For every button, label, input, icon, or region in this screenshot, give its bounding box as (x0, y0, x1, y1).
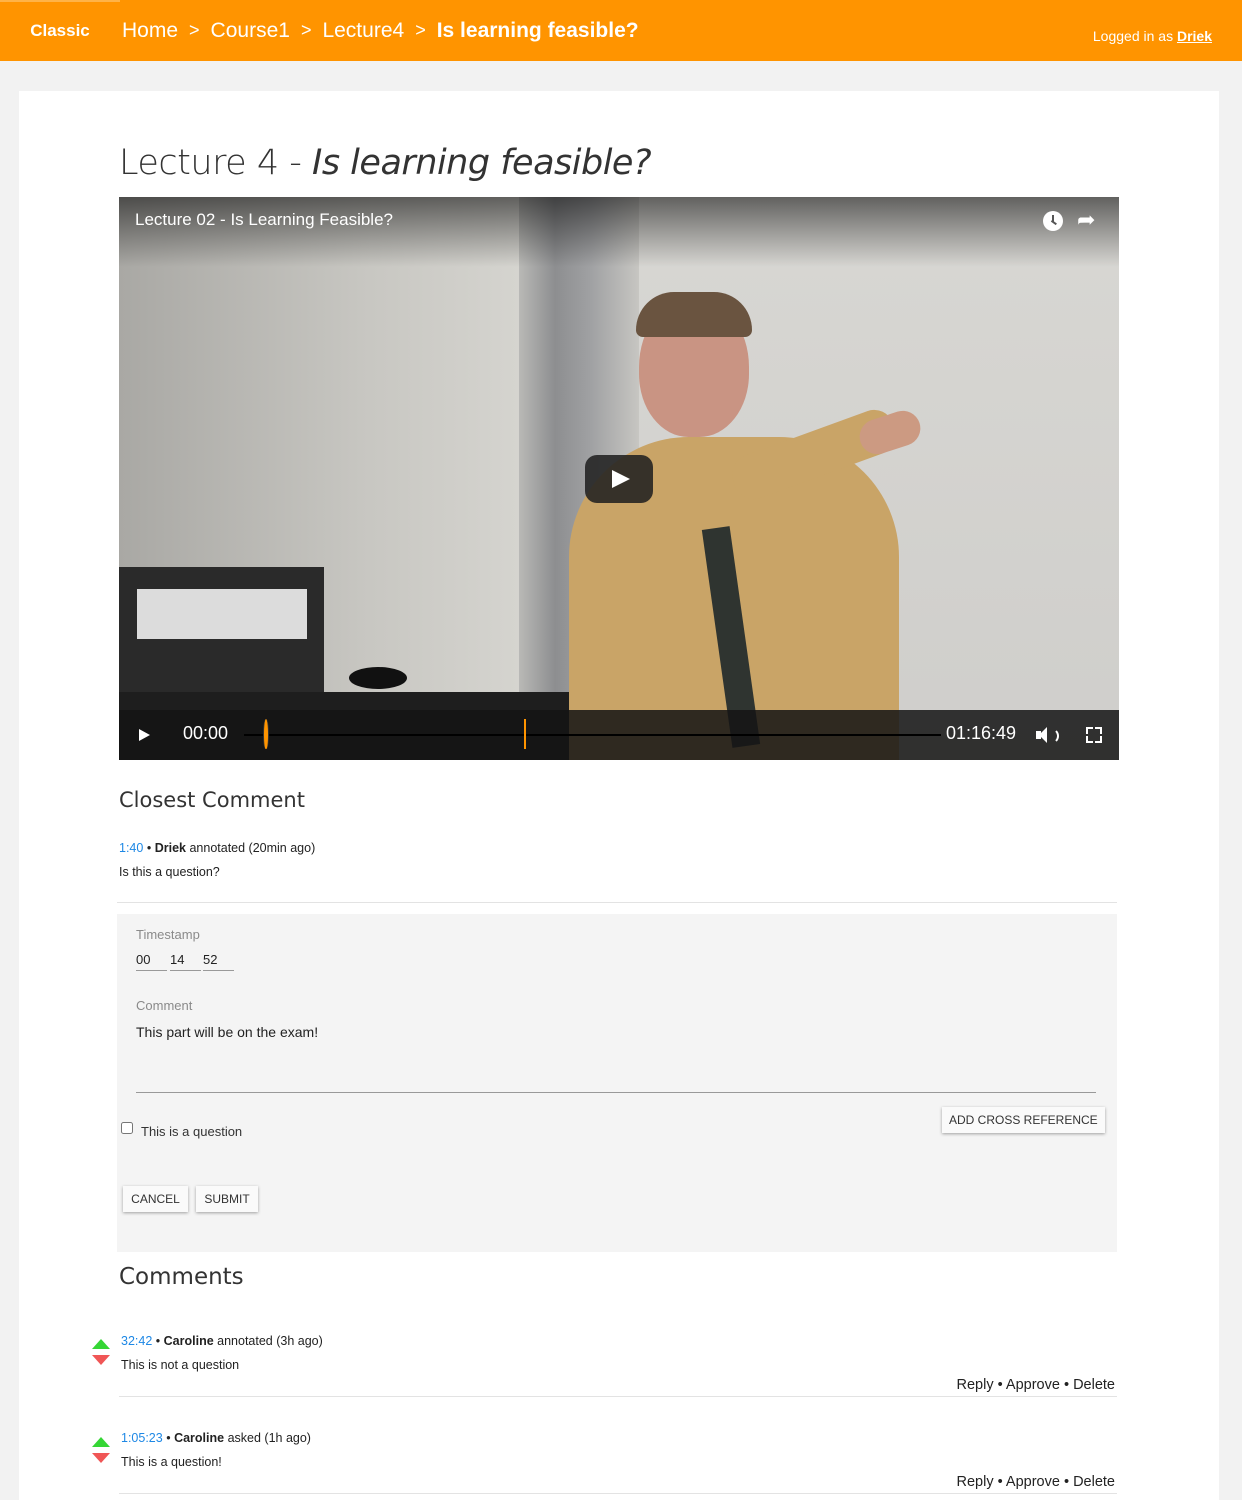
main-card: Lecture 4 - Is learning feasible? Lectur… (19, 91, 1219, 1500)
progress-bar[interactable] (244, 719, 941, 749)
breadcrumb-separator: > (300, 20, 312, 40)
page-title: Lecture 4 - Is learning feasible? (119, 143, 652, 183)
play-button[interactable] (137, 726, 153, 744)
bullet-separator: • (146, 841, 152, 855)
video-title-overlay (119, 197, 1119, 267)
breadcrumb-home[interactable]: Home (122, 19, 178, 43)
video-frame-detail (349, 667, 407, 689)
add-cross-reference-button[interactable]: ADD CROSS REFERENCE (942, 1107, 1105, 1133)
question-checkbox-label: This is a question (141, 1124, 243, 1139)
video-controls: 00:00 01:16:49 (119, 710, 1119, 760)
video-player[interactable]: Lecture 02 - Is Learning Feasible? ➦ 00:… (119, 197, 1119, 760)
breadcrumb-separator: > (415, 20, 426, 40)
closest-comment-text: Is this a question? (119, 865, 220, 879)
comment-meta: 32:42 • Caroline annotated (3h ago) (121, 1334, 323, 1348)
comment-action: annotated (3h ago) (217, 1334, 323, 1348)
clock-icon[interactable] (1043, 211, 1063, 231)
annotation-marker[interactable] (524, 719, 526, 749)
duration: 01:16:49 (946, 723, 1017, 743)
bullet-separator: • (155, 1334, 161, 1348)
breadcrumb-lecture[interactable]: Lecture4 (322, 19, 404, 43)
bullet-separator: • (997, 1474, 1003, 1490)
current-time: 00:00 (183, 723, 229, 743)
comment-author: Driek (154, 841, 186, 855)
fullscreen-icon[interactable] (1086, 727, 1102, 743)
comment-timestamp-link[interactable]: 1:05:23 (121, 1431, 163, 1445)
comments-heading: Comments (119, 1264, 244, 1290)
classic-tab[interactable]: Classic (0, 0, 120, 61)
comment-timestamp-link[interactable]: 32:42 (121, 1334, 152, 1348)
comment-action: annotated (20min ago) (189, 841, 316, 855)
login-status: Logged in as Driek (1093, 28, 1212, 44)
comment-actions: Reply • Approve • Delete (957, 1377, 1116, 1393)
submit-button[interactable]: SUBMIT (196, 1186, 258, 1212)
playhead-marker[interactable] (263, 719, 269, 749)
comment-author: Caroline (163, 1334, 214, 1348)
comment-actions: Reply • Approve • Delete (957, 1474, 1116, 1490)
video-frame-detail (137, 589, 307, 639)
comment-label: Comment (136, 998, 193, 1013)
delete-link[interactable]: Delete (1073, 1377, 1115, 1393)
page-title-lecture-name: Is learning feasible? (312, 143, 652, 183)
bullet-separator: • (1063, 1474, 1070, 1490)
breadcrumb-current: Is learning feasible? (436, 18, 639, 42)
play-icon[interactable] (585, 455, 653, 503)
closest-comment-meta: 1:40 • Driek annotated (20min ago) (119, 841, 315, 855)
comment-author: Caroline (174, 1431, 225, 1445)
user-link[interactable]: Driek (1177, 28, 1212, 44)
comment-text: This is a question! (121, 1455, 222, 1469)
comment-timestamp-link[interactable]: 1:40 (119, 841, 143, 855)
comment-field[interactable]: This part will be on the exam! (136, 1024, 1096, 1093)
logged-in-label: Logged in as (1092, 28, 1174, 44)
divider (119, 1396, 1117, 1397)
volume-icon (1049, 728, 1059, 744)
approve-link[interactable]: Approve (1006, 1474, 1060, 1490)
bullet-separator: • (166, 1431, 171, 1445)
approve-link[interactable]: Approve (1006, 1377, 1060, 1393)
downvote-icon[interactable] (92, 1453, 110, 1463)
breadcrumb-separator: > (189, 20, 200, 40)
comment-text: This is not a question (121, 1358, 240, 1372)
page-title-prefix: Lecture 4 - (119, 143, 312, 183)
top-bar: Classic Home > Course1 > Lecture4 > Is l… (0, 0, 1242, 61)
downvote-icon[interactable] (92, 1355, 110, 1365)
comment-meta: 1:05:23 • Caroline asked (1h ago) (121, 1431, 311, 1445)
bullet-separator: • (1063, 1377, 1070, 1393)
timestamp-seconds-input[interactable] (203, 948, 234, 971)
divider (117, 902, 1117, 903)
timestamp-hours-input[interactable] (136, 948, 167, 971)
bullet-separator: • (997, 1377, 1003, 1393)
delete-link[interactable]: Delete (1073, 1474, 1115, 1490)
reply-link[interactable]: Reply (957, 1377, 994, 1393)
closest-comment-heading: Closest Comment (119, 788, 305, 812)
reply-link[interactable]: Reply (957, 1474, 994, 1490)
comment-action: asked (1h ago) (227, 1431, 311, 1445)
annotation-form: Timestamp Comment This part will be on t… (117, 914, 1117, 1252)
timestamp-minutes-input[interactable] (170, 948, 201, 971)
timestamp-label: Timestamp (136, 927, 200, 942)
share-icon[interactable]: ➦ (1077, 207, 1101, 233)
cancel-button[interactable]: CANCEL (123, 1186, 188, 1212)
question-checkbox[interactable] (121, 1122, 133, 1134)
breadcrumb: Home > Course1 > Lecture4 > Is learning … (122, 0, 639, 61)
upvote-icon[interactable] (92, 1339, 110, 1349)
divider (119, 1493, 1117, 1494)
upvote-icon[interactable] (92, 1437, 110, 1447)
video-title[interactable]: Lecture 02 - Is Learning Feasible? (135, 210, 393, 230)
video-frame-detail (636, 292, 752, 337)
breadcrumb-course[interactable]: Course1 (211, 19, 290, 43)
